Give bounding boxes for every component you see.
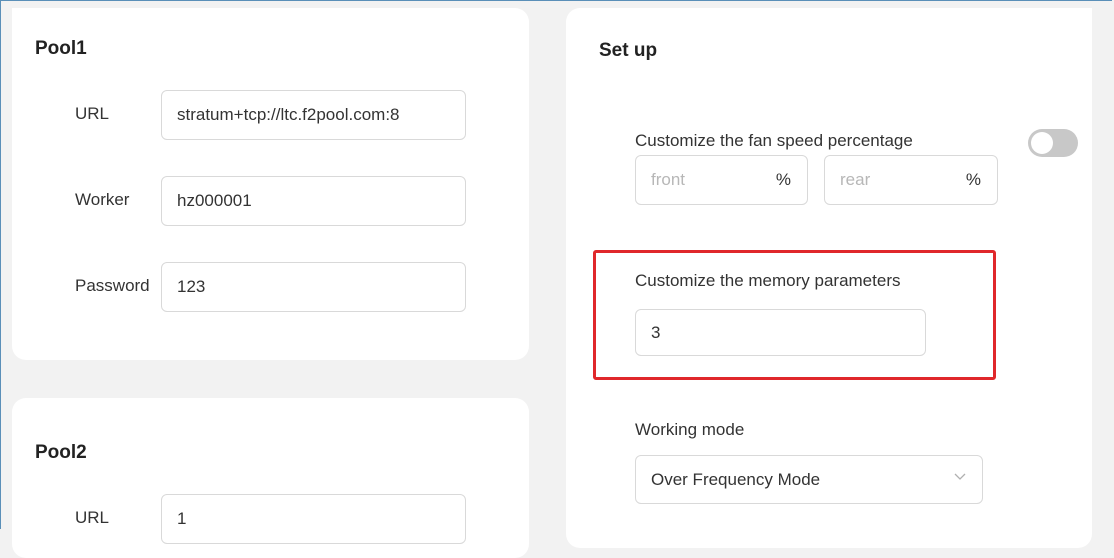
- fan-front-unit: %: [775, 170, 791, 189]
- fan-front-placeholder: front: [651, 170, 686, 189]
- pool1-url-value: stratum+tcp://ltc.f2pool.com:8: [177, 105, 400, 124]
- pool1-password-label: Password: [75, 276, 150, 295]
- pool1-worker-value: hz000001: [177, 191, 252, 210]
- pool1-url-input[interactable]: stratum+tcp://ltc.f2pool.com:8: [161, 90, 466, 140]
- working-mode-select[interactable]: Over Frequency Mode: [635, 455, 983, 504]
- fan-front-input[interactable]: front %: [635, 155, 808, 205]
- setup-title: Set up: [599, 40, 658, 61]
- pool2-url-input[interactable]: 1: [161, 494, 466, 544]
- pool2-url-value: 1: [177, 509, 187, 528]
- fan-rear-placeholder: rear: [840, 170, 871, 189]
- fan-speed-toggle[interactable]: [1028, 129, 1078, 157]
- working-mode-label: Working mode: [635, 420, 745, 439]
- memory-params-value: 3: [651, 322, 661, 342]
- memory-params-label: Customize the memory parameters: [635, 271, 901, 290]
- pool1-password-input[interactable]: 123: [161, 262, 466, 312]
- fan-speed-label: Customize the fan speed percentage: [635, 131, 913, 150]
- chevron-down-icon: [954, 473, 966, 480]
- pool1-url-label: URL: [75, 104, 110, 123]
- pool2-title: Pool2: [35, 442, 87, 463]
- pool1-title: Pool1: [35, 38, 87, 59]
- pool1-worker-input[interactable]: hz000001: [161, 176, 466, 226]
- toggle-knob: [1031, 132, 1053, 154]
- working-mode-value: Over Frequency Mode: [651, 469, 821, 489]
- pool1-worker-label: Worker: [75, 190, 130, 209]
- memory-params-input[interactable]: 3: [635, 309, 926, 356]
- fan-rear-input[interactable]: rear %: [824, 155, 998, 205]
- pool1-password-value: 123: [177, 277, 206, 296]
- pool2-url-label: URL: [75, 508, 110, 527]
- fan-rear-unit: %: [965, 170, 981, 189]
